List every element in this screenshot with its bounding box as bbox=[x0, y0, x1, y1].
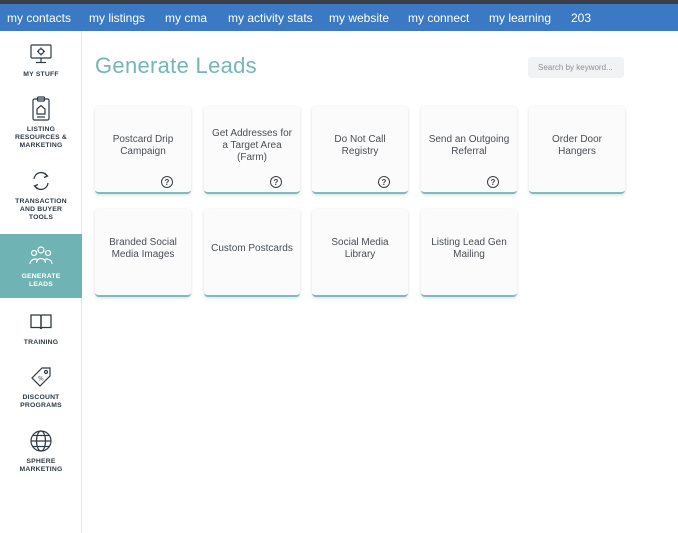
card-label: Get Addresses for a Target Area (Farm) bbox=[211, 128, 293, 163]
people-icon bbox=[28, 243, 54, 269]
card-label: Send an Outgoing Referral bbox=[428, 134, 510, 157]
card-send-outgoing-referral[interactable]: Send an Outgoing Referral ? bbox=[421, 106, 517, 194]
nav-count-203[interactable]: 203 bbox=[571, 11, 591, 25]
help-icon[interactable]: ? bbox=[270, 176, 282, 188]
clipboard-icon bbox=[28, 96, 54, 122]
sidebar-item-label: LISTING RESOURCES & MARKETING bbox=[14, 126, 68, 150]
card-label: Order Door Hangers bbox=[551, 134, 602, 157]
page-title: Generate Leads bbox=[95, 53, 257, 78]
help-icon[interactable]: ? bbox=[487, 176, 499, 188]
card-label: Do Not Call Registry bbox=[334, 134, 386, 157]
card-label: Custom Postcards bbox=[211, 243, 293, 254]
sidebar-item-generate-leads[interactable]: GENERATE LEADS bbox=[0, 234, 82, 298]
svg-text:%: % bbox=[38, 376, 44, 383]
sidebar-item-label: SPHERE MARKETING bbox=[19, 458, 63, 474]
help-icon[interactable]: ? bbox=[378, 176, 390, 188]
sidebar-item-transaction-tools[interactable]: TRANSACTION AND BUYER TOOLS bbox=[0, 168, 82, 228]
help-icon[interactable]: ? bbox=[161, 176, 173, 188]
card-do-not-call-registry[interactable]: Do Not Call Registry ? bbox=[312, 106, 408, 194]
top-navigation: my contacts my listings my cma my activi… bbox=[0, 4, 678, 31]
search-input[interactable] bbox=[528, 57, 624, 78]
card-listing-lead-gen-mailing[interactable]: Listing Lead Gen Mailing bbox=[421, 209, 517, 297]
globe-icon bbox=[28, 428, 54, 454]
nav-my-cma[interactable]: my cma bbox=[165, 11, 207, 25]
card-branded-social-media-images[interactable]: Branded Social Media Images bbox=[95, 209, 191, 297]
tag-icon: % bbox=[28, 364, 54, 390]
sidebar-item-label: DISCOUNT PROGRAMS bbox=[20, 394, 62, 410]
sidebar-item-label: MY STUFF bbox=[23, 71, 59, 78]
sidebar-item-listing-resources[interactable]: LISTING RESOURCES & MARKETING bbox=[0, 96, 82, 156]
card-social-media-library[interactable]: Social Media Library bbox=[312, 209, 408, 297]
sidebar-item-discount-programs[interactable]: % DISCOUNT PROGRAMS bbox=[0, 364, 82, 414]
sidebar-item-training[interactable]: TRAINING bbox=[0, 309, 82, 349]
exchange-icon bbox=[28, 168, 54, 194]
card-label: Branded Social Media Images bbox=[109, 237, 177, 260]
card-order-door-hangers[interactable]: Order Door Hangers bbox=[529, 106, 625, 194]
sidebar-item-label: TRANSACTION AND BUYER TOOLS bbox=[15, 198, 67, 222]
sidebar-item-label: TRAINING bbox=[23, 339, 59, 346]
card-get-addresses-target-area[interactable]: Get Addresses for a Target Area (Farm) ? bbox=[204, 106, 300, 194]
nav-my-connect[interactable]: my connect bbox=[408, 11, 469, 25]
card-postcard-drip-campaign[interactable]: Postcard Drip Campaign ? bbox=[95, 106, 191, 194]
nav-my-learning[interactable]: my learning bbox=[489, 11, 551, 25]
card-label: Listing Lead Gen Mailing bbox=[431, 237, 507, 260]
card-custom-postcards[interactable]: Custom Postcards bbox=[204, 209, 300, 297]
card-label: Social Media Library bbox=[331, 237, 389, 260]
nav-my-activity-stats[interactable]: my activity stats bbox=[228, 11, 313, 25]
nav-my-listings[interactable]: my listings bbox=[89, 11, 145, 25]
sidebar-item-label: GENERATE LEADS bbox=[21, 272, 61, 288]
sidebar-item-sphere-marketing[interactable]: SPHERE MARKETING bbox=[0, 428, 82, 478]
card-label: Postcard Drip Campaign bbox=[112, 134, 174, 157]
sidebar: MY STUFF LISTING RESOURCES & MARKETING T… bbox=[0, 31, 82, 533]
nav-my-contacts[interactable]: my contacts bbox=[7, 11, 71, 25]
sidebar-item-my-stuff[interactable]: MY STUFF bbox=[0, 41, 82, 93]
monitor-icon bbox=[28, 41, 54, 67]
nav-my-website[interactable]: my website bbox=[329, 11, 389, 25]
book-icon bbox=[28, 309, 54, 335]
